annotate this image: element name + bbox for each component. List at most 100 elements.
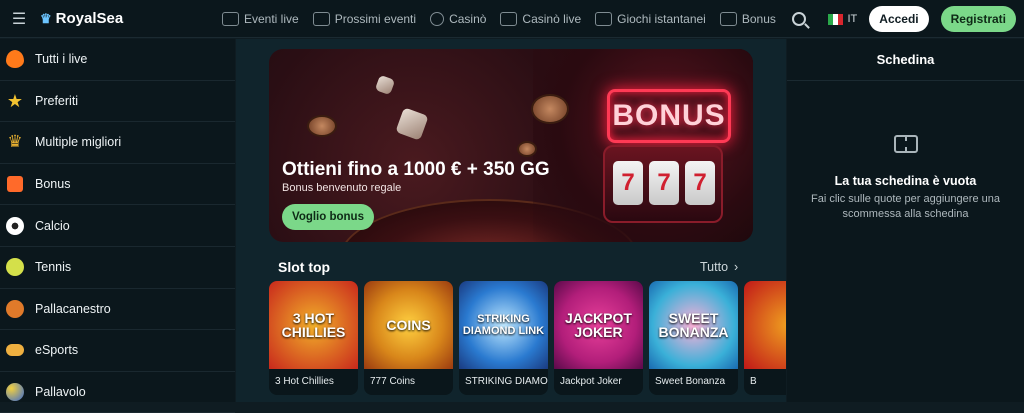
italy-flag-icon[interactable] [827, 13, 844, 25]
rocket-icon [595, 12, 613, 26]
game-card[interactable]: COINS 777 Coins [364, 281, 453, 395]
nav-bonus[interactable]: Bonus [719, 12, 776, 26]
game-thumbnail: 3 HOT CHILLIES [269, 281, 358, 369]
slot-games-carousel: 3 HOT CHILLIES 3 Hot Chillies COINS 777 Co… [269, 281, 786, 395]
bonus-neon-sign: BONUS [607, 89, 731, 143]
sidebar-item-label: Calcio [35, 218, 70, 233]
cards-icon [500, 12, 518, 26]
game-thumbnail: STRIKING DIAMOND LINK [459, 281, 548, 369]
slot-reel: 7 [613, 161, 643, 205]
view-all-label: Tutto [700, 260, 729, 274]
game-card[interactable]: B [744, 281, 786, 395]
promo-banner[interactable]: BONUS 7 7 7 Ottieni fino a 1000 € + 350 … [269, 49, 753, 242]
logo[interactable]: ♛ RoyalSea [40, 10, 123, 27]
sidebar-item-label: Pallavolo [35, 385, 86, 400]
gift-icon [7, 176, 23, 193]
game-name: STRIKING DIAMO... [465, 376, 548, 387]
register-button[interactable]: Registrati [940, 6, 1016, 32]
menu-icon[interactable]: ☰ [0, 0, 38, 38]
game-name: Jackpot Joker [560, 376, 622, 387]
game-card[interactable]: SWEET BONANZA Sweet Bonanza [649, 281, 738, 395]
nav-live-events[interactable]: Eventi live [222, 12, 299, 26]
gift-icon [719, 12, 737, 26]
brand-name: RoyalSea [55, 10, 124, 27]
crown-icon: ♛ [7, 132, 23, 152]
banner-title: Ottieni fino a 1000 € + 350 GG [282, 159, 550, 180]
sidebar-item-basketball[interactable]: Pallacanestro [0, 289, 235, 331]
gamepad-icon [6, 344, 24, 357]
language-code[interactable]: IT [848, 13, 858, 25]
game-name: 777 Coins [370, 376, 416, 387]
basketball-icon [6, 299, 24, 318]
live-events-icon [222, 12, 239, 26]
sidebar-item-label: Preferiti [35, 93, 79, 108]
sidebar-item-esports[interactable]: eSports [0, 330, 235, 372]
nav-label: Bonus [741, 12, 776, 26]
nav-casino[interactable]: Casinò [430, 12, 486, 26]
sidebar-item-bonus[interactable]: Bonus [0, 164, 235, 206]
betslip-empty-title: La tua schedina è vuota [834, 174, 977, 188]
coin-image [307, 115, 337, 137]
sidebar-item-favorites[interactable]: ★ Preferiti [0, 81, 235, 123]
nav-label: Casinò [449, 12, 487, 26]
banner-subtitle: Bonus benvenuto regale [282, 182, 402, 194]
betslip-title: Schedina [787, 39, 1024, 81]
sidebar-item-soccer[interactable]: Calcio [0, 205, 235, 247]
nav-instant-games[interactable]: Giochi istantanei [595, 12, 706, 26]
game-thumbnail: COINS [364, 281, 453, 369]
game-thumbnail: JACKPOT JOKER [554, 281, 643, 369]
login-button[interactable]: Accedi [869, 6, 929, 32]
sidebar-item-best-multiples[interactable]: ♛ Multiple migliori [0, 122, 235, 164]
game-name: B [750, 376, 757, 387]
tennis-ball-icon [6, 258, 24, 277]
sidebar-item-label: eSports [35, 343, 79, 358]
game-card[interactable]: JACKPOT JOKER Jackpot Joker [554, 281, 643, 395]
sidebar-item-all-live[interactable]: Tutti i live [0, 39, 235, 81]
coin-image [517, 141, 537, 157]
sidebar-item-label: Tutti i live [35, 52, 88, 67]
nav-label: Eventi live [244, 12, 299, 26]
chevron-right-icon: › [734, 260, 739, 274]
game-card[interactable]: 3 HOT CHILLIES 3 Hot Chillies [269, 281, 358, 395]
slot-reel: 7 [649, 161, 679, 205]
nav-upcoming-events[interactable]: Prossimi eventi [312, 12, 417, 26]
game-name: 3 Hot Chillies [275, 376, 334, 387]
ticket-icon [894, 135, 918, 153]
casino-chip-icon [430, 12, 445, 26]
nav-live-casino[interactable]: Casinò live [500, 12, 581, 26]
nav-label: Prossimi eventi [334, 12, 417, 26]
game-thumbnail: SWEET BONANZA [649, 281, 738, 369]
sidebar-item-label: Tennis [35, 260, 72, 275]
section-title: Slot top [278, 259, 331, 275]
claim-bonus-button[interactable]: Voglio bonus [282, 204, 374, 230]
fire-icon [6, 50, 24, 69]
nav-label: Giochi istantanei [617, 12, 706, 26]
sidebar-item-label: Bonus [35, 177, 71, 192]
volleyball-icon [6, 383, 24, 402]
coin-image [531, 94, 569, 124]
slot-machine-image: 7 7 7 [603, 145, 723, 223]
calendar-icon [312, 12, 330, 26]
dice-image [395, 107, 429, 141]
view-all-link[interactable]: Tutto › [700, 260, 738, 274]
star-icon: ★ [6, 90, 24, 111]
header-tools: IT Accedi Registrati [791, 0, 1016, 38]
slot-reel: 7 [685, 161, 715, 205]
game-thumbnail [744, 281, 786, 369]
game-name: Sweet Bonanza [655, 376, 726, 387]
betslip-empty-hint: Fai clic sulle quote per aggiungere una … [811, 193, 1000, 220]
dice-image [374, 74, 396, 96]
nav-label: Casinò live [522, 12, 582, 26]
betslip-panel: Schedina La tua schedina è vuota Fai cli… [787, 39, 1024, 402]
crown-icon: ♛ [40, 10, 52, 26]
soccer-ball-icon [6, 216, 24, 235]
main-content: BONUS 7 7 7 Ottieni fino a 1000 € + 350 … [236, 39, 786, 402]
search-icon[interactable] [791, 12, 806, 26]
sidebar-item-label: Multiple migliori [35, 135, 122, 150]
top-bar: ☰ ♛ RoyalSea Eventi live Prossimi eventi… [0, 0, 1024, 38]
sidebar: Tutti i live ★ Preferiti ♛ Multiple miglio… [0, 39, 235, 413]
game-card[interactable]: STRIKING DIAMOND LINK STRIKING DIAMO... [459, 281, 548, 395]
sidebar-item-label: Pallacanestro [35, 301, 111, 316]
sidebar-item-volleyball[interactable]: Pallavolo [0, 372, 235, 413]
sidebar-item-tennis[interactable]: Tennis [0, 247, 235, 289]
